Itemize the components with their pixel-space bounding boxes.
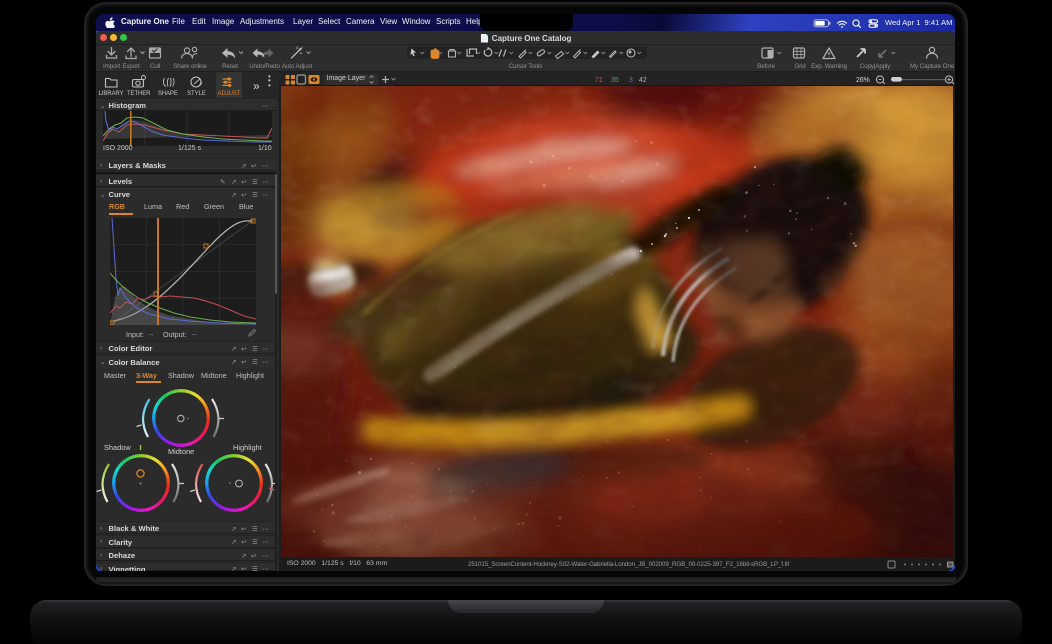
- svg-text:71: 71: [595, 77, 603, 84]
- svg-text:3: 3: [629, 77, 633, 84]
- svg-text:35: 35: [611, 77, 619, 84]
- svg-text:42: 42: [639, 77, 647, 84]
- svg-text:26%: 26%: [856, 77, 870, 84]
